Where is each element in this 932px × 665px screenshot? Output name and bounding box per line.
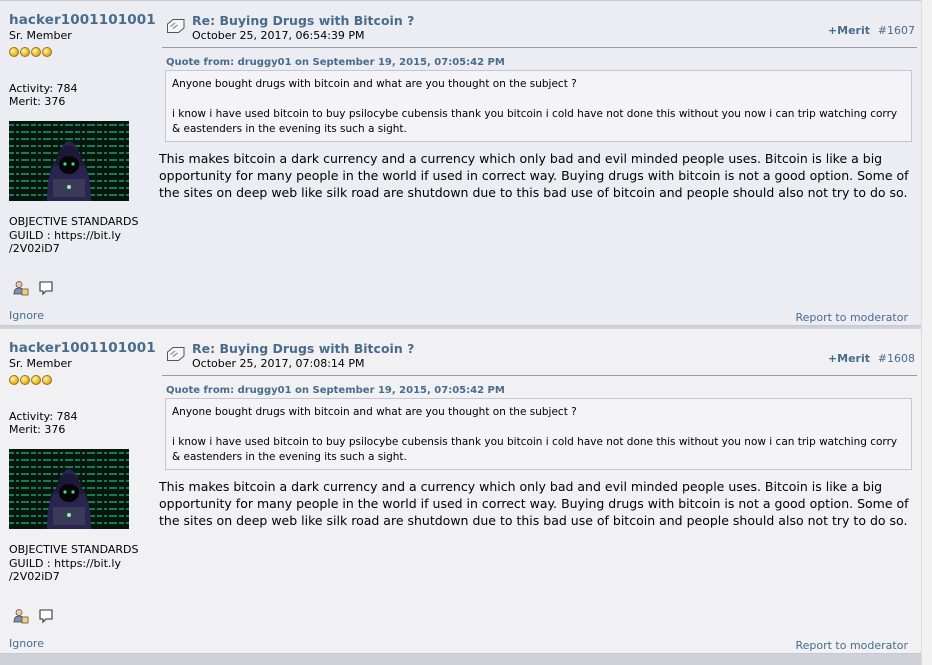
message-number-link[interactable]: #1607 <box>878 24 915 37</box>
member-rank: Sr. Member <box>9 357 72 370</box>
activity-stat: Activity: 784 <box>9 410 78 423</box>
merit-stat: Merit: 376 <box>9 423 66 436</box>
avatar <box>9 121 129 201</box>
post-date: October 25, 2017, 07:08:14 PM <box>192 357 365 370</box>
rank-stars <box>9 370 53 385</box>
quote-text: Anyone bought drugs with bitcoin and wha… <box>172 78 577 90</box>
post-body: This makes bitcoin a dark currency and a… <box>159 151 909 200</box>
merit-button[interactable]: +Merit <box>828 352 870 365</box>
signature: OBJECTIVE STANDARDS GUILD : https://bit.… <box>9 215 139 255</box>
ignore-link[interactable]: Ignore <box>9 637 44 650</box>
quote-block: Anyone bought drugs with bitcoin and wha… <box>165 70 912 142</box>
member-rank: Sr. Member <box>9 29 72 42</box>
rank-star-icon <box>31 47 41 57</box>
rank-star-icon <box>20 375 30 385</box>
rank-star-icon <box>20 47 30 57</box>
rank-star-icon <box>31 375 41 385</box>
report-to-moderator-link[interactable]: Report to moderator <box>795 639 908 652</box>
post-date: October 25, 2017, 06:54:39 PM <box>192 29 365 42</box>
report-to-moderator-link[interactable]: Report to moderator <box>795 311 908 324</box>
post-header: Re: Buying Drugs with Bitcoin ? October … <box>162 1 917 48</box>
activity-stat: Activity: 784 <box>9 82 78 95</box>
personal-message-icon[interactable] <box>38 608 54 628</box>
post-header: Re: Buying Drugs with Bitcoin ? October … <box>162 329 917 376</box>
rank-stars <box>9 42 53 57</box>
ignore-link[interactable]: Ignore <box>9 309 44 322</box>
rank-star-icon <box>9 375 19 385</box>
avatar <box>9 449 129 529</box>
rank-star-icon <box>9 47 19 57</box>
topic-icon <box>166 346 186 366</box>
poster-info: hacker1001101001 Sr. Member Activity: 78… <box>9 1 157 327</box>
signature: OBJECTIVE STANDARDS GUILD : https://bit.… <box>9 543 139 583</box>
merit-stat: Merit: 376 <box>9 95 66 108</box>
profile-icon[interactable] <box>13 280 29 300</box>
quote-text: i know i have used bitcoin to buy psiloc… <box>172 108 898 135</box>
quote-block: Anyone bought drugs with bitcoin and wha… <box>165 398 912 470</box>
scrollbar[interactable] <box>921 0 932 665</box>
quote-text: Anyone bought drugs with bitcoin and wha… <box>172 406 577 418</box>
forum-post: hacker1001101001 Sr. Member Activity: 78… <box>0 0 921 326</box>
rank-star-icon <box>42 47 52 57</box>
message-number-link[interactable]: #1608 <box>878 352 915 365</box>
topic-icon <box>166 18 186 38</box>
forum-post: hacker1001101001 Sr. Member Activity: 78… <box>0 328 921 654</box>
merit-button[interactable]: +Merit <box>828 24 870 37</box>
username-link[interactable]: hacker1001101001 <box>9 12 156 28</box>
post-subject-link[interactable]: Re: Buying Drugs with Bitcoin ? <box>192 13 414 28</box>
quote-header-link[interactable]: Quote from: druggy01 on September 19, 20… <box>166 57 505 68</box>
username-link[interactable]: hacker1001101001 <box>9 340 156 356</box>
personal-message-icon[interactable] <box>38 280 54 300</box>
poster-info: hacker1001101001 Sr. Member Activity: 78… <box>9 329 157 655</box>
post-body: This makes bitcoin a dark currency and a… <box>159 479 909 528</box>
profile-icon[interactable] <box>13 608 29 628</box>
quote-text: i know i have used bitcoin to buy psiloc… <box>172 436 898 463</box>
quote-header-link[interactable]: Quote from: druggy01 on September 19, 20… <box>166 385 505 396</box>
rank-star-icon <box>42 375 52 385</box>
forum-topic: hacker1001101001 Sr. Member Activity: 78… <box>0 0 921 665</box>
post-subject-link[interactable]: Re: Buying Drugs with Bitcoin ? <box>192 341 414 356</box>
